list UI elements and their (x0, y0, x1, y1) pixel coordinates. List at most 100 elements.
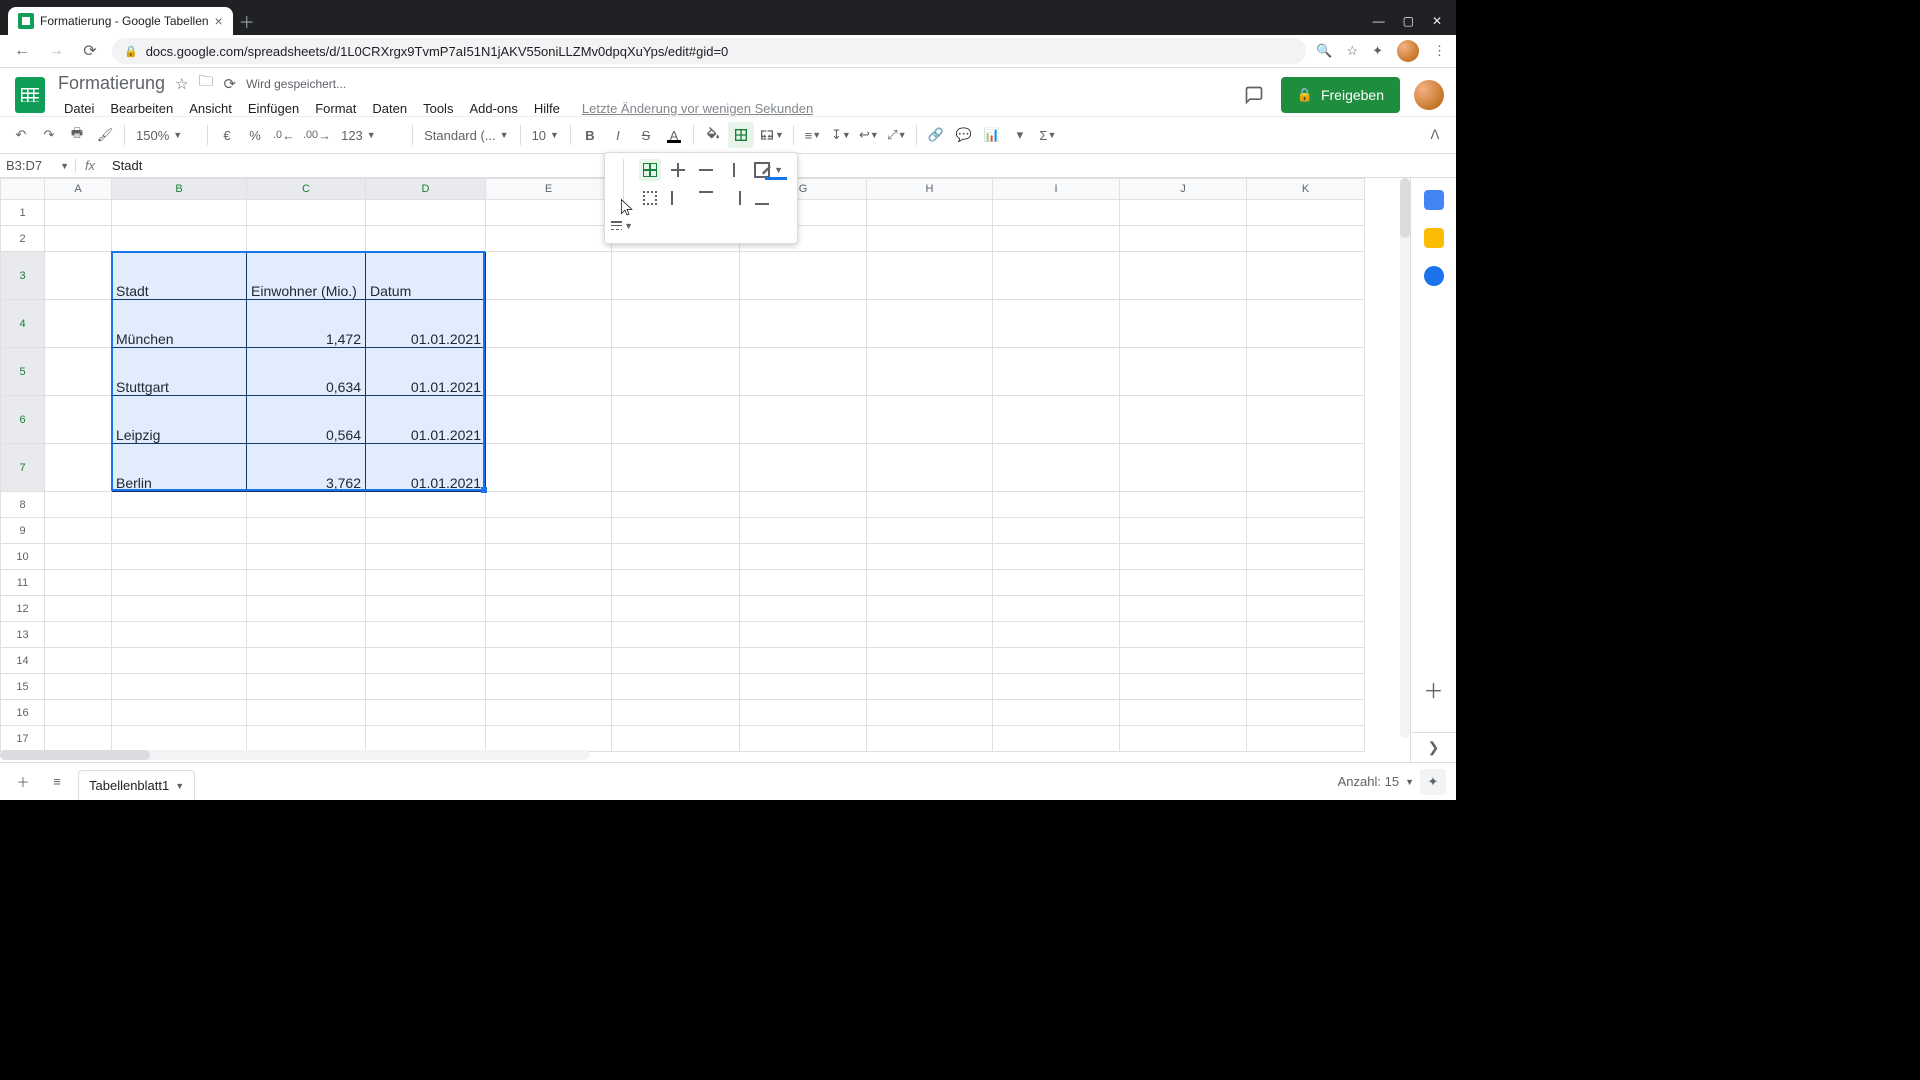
cell[interactable] (740, 622, 867, 648)
cell[interactable] (45, 444, 112, 492)
cell[interactable] (247, 518, 366, 544)
cell[interactable]: 01.01.2021 (366, 396, 486, 444)
cell[interactable] (612, 700, 740, 726)
cell[interactable] (612, 518, 740, 544)
cell[interactable] (740, 648, 867, 674)
cell[interactable]: Stadt (112, 252, 247, 300)
cell[interactable] (867, 348, 993, 396)
border-style-button[interactable]: ▼ (611, 215, 633, 237)
cell[interactable] (112, 492, 247, 518)
cell[interactable] (740, 700, 867, 726)
cell[interactable] (740, 674, 867, 700)
cell[interactable] (1120, 200, 1247, 226)
row-header[interactable]: 11 (1, 570, 45, 596)
increase-decimals-button[interactable]: .00→ (300, 122, 334, 148)
font-family-select[interactable]: Standard (...▼ (419, 127, 513, 144)
cell[interactable] (867, 200, 993, 226)
cell[interactable] (112, 622, 247, 648)
cell[interactable] (993, 544, 1120, 570)
chrome-menu-icon[interactable]: ⋮ (1433, 43, 1446, 59)
row-header[interactable]: 8 (1, 492, 45, 518)
omnibox[interactable]: 🔒 docs.google.com/spreadsheets/d/1L0CRXr… (112, 38, 1306, 64)
cell[interactable] (867, 492, 993, 518)
cell[interactable] (993, 674, 1120, 700)
row-header[interactable]: 5 (1, 348, 45, 396)
cell[interactable] (1120, 674, 1247, 700)
cell[interactable] (1247, 596, 1365, 622)
row-header[interactable]: 2 (1, 226, 45, 252)
cell[interactable] (993, 648, 1120, 674)
row-header[interactable]: 6 (1, 396, 45, 444)
cell[interactable] (1120, 348, 1247, 396)
cell[interactable] (867, 544, 993, 570)
row-header[interactable]: 1 (1, 200, 45, 226)
cell[interactable] (993, 570, 1120, 596)
zoom-select[interactable]: 150%▼ (131, 127, 201, 144)
cell[interactable] (867, 226, 993, 252)
add-addon-button[interactable]: ＋ (1424, 675, 1444, 704)
cell[interactable] (1120, 300, 1247, 348)
column-header[interactable]: I (993, 179, 1120, 200)
cell[interactable] (740, 570, 867, 596)
cell[interactable] (867, 300, 993, 348)
all-sheets-button[interactable]: ≡ (44, 769, 70, 795)
cell[interactable]: 01.01.2021 (366, 444, 486, 492)
cell[interactable]: Stuttgart (112, 348, 247, 396)
border-horizontal-icon[interactable] (695, 159, 717, 181)
cell[interactable] (993, 726, 1120, 752)
cell[interactable] (366, 544, 486, 570)
browser-tab[interactable]: Formatierung - Google Tabellen × (8, 7, 233, 35)
cell[interactable] (993, 200, 1120, 226)
cell[interactable] (740, 492, 867, 518)
cell[interactable] (486, 518, 612, 544)
extensions-icon[interactable]: ✦ (1372, 43, 1383, 59)
cell[interactable] (45, 622, 112, 648)
cell[interactable] (247, 700, 366, 726)
cell[interactable] (247, 596, 366, 622)
row-header[interactable]: 13 (1, 622, 45, 648)
text-rotation-button[interactable]: ⤢▼ (884, 122, 910, 148)
cell[interactable] (740, 348, 867, 396)
add-sheet-button[interactable]: ＋ (10, 769, 36, 795)
cell[interactable] (740, 544, 867, 570)
cell[interactable]: 3,762 (247, 444, 366, 492)
cell[interactable] (993, 622, 1120, 648)
cell[interactable] (45, 726, 112, 752)
cell[interactable] (612, 570, 740, 596)
cell[interactable] (45, 226, 112, 252)
cell[interactable] (993, 518, 1120, 544)
cell[interactable] (867, 396, 993, 444)
border-top-icon[interactable] (695, 187, 717, 209)
cell[interactable] (1247, 622, 1365, 648)
cell[interactable] (867, 674, 993, 700)
row-header[interactable]: 3 (1, 252, 45, 300)
cell[interactable] (486, 570, 612, 596)
cell[interactable] (740, 596, 867, 622)
row-header[interactable]: 7 (1, 444, 45, 492)
column-header[interactable]: E (486, 179, 612, 200)
filter-button[interactable]: ▾ (1007, 122, 1033, 148)
cell[interactable] (993, 492, 1120, 518)
cell[interactable] (867, 518, 993, 544)
cell[interactable] (1120, 596, 1247, 622)
cell[interactable] (612, 726, 740, 752)
cell[interactable] (247, 544, 366, 570)
cell[interactable] (486, 648, 612, 674)
format-percent-button[interactable]: % (242, 122, 268, 148)
selection-count[interactable]: Anzahl: 15 (1338, 774, 1399, 789)
cell[interactable] (612, 396, 740, 444)
cell[interactable] (1247, 570, 1365, 596)
cell[interactable] (993, 252, 1120, 300)
cell[interactable] (247, 570, 366, 596)
text-color-button[interactable]: A (661, 122, 687, 148)
cell[interactable] (366, 518, 486, 544)
cell[interactable]: Datum (366, 252, 486, 300)
cell[interactable] (486, 300, 612, 348)
cell[interactable] (486, 252, 612, 300)
border-none-icon[interactable] (639, 187, 661, 209)
cell[interactable] (366, 726, 486, 752)
cell[interactable] (1120, 648, 1247, 674)
cell[interactable] (1247, 700, 1365, 726)
keep-addon-icon[interactable] (1424, 228, 1444, 248)
cell[interactable] (45, 570, 112, 596)
